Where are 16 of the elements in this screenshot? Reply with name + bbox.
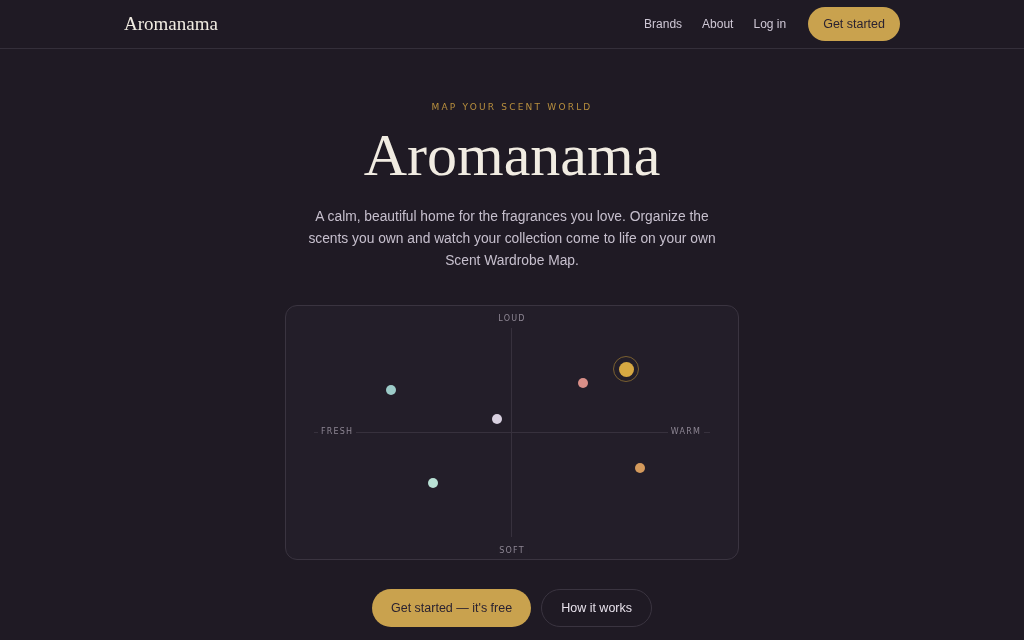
hero-title: Aromanama: [363, 121, 661, 190]
axis-label: WARM: [667, 427, 704, 436]
nav-link[interactable]: Brands: [644, 17, 683, 31]
logo[interactable]: Aromanama: [124, 13, 218, 35]
scent-dot[interactable]: [428, 478, 438, 488]
scent-dot[interactable]: [386, 385, 396, 395]
get-started-button[interactable]: Get started: [808, 7, 900, 41]
eyebrow-text: MAP YOUR SCENT WORLD: [431, 102, 593, 112]
nav-link[interactable]: About: [702, 17, 734, 31]
scent-dot[interactable]: [578, 378, 588, 388]
hero-description: A calm, beautiful home for the fragrances you love. Organize the scents you own and watch your collection come to life on your own Scent Wardrobe Map.: [307, 208, 717, 270]
get-started-free-button[interactable]: Get started — it's free: [372, 589, 532, 627]
scent-dot[interactable]: [635, 463, 645, 473]
scent-dot[interactable]: [492, 414, 502, 424]
nav-link[interactable]: Log in: [753, 17, 787, 31]
axis-label: FRESH: [318, 427, 357, 436]
